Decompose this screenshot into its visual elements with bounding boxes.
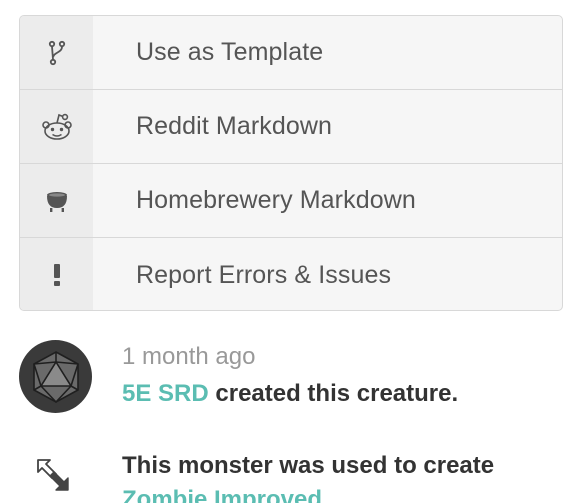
activity-text: 5E SRD created this creature.	[122, 380, 458, 408]
activity-action: created this creature.	[215, 380, 459, 407]
report-errors-button[interactable]: Report Errors & Issues	[20, 238, 562, 310]
derived-activity: This monster was used to create Zombie I…	[19, 450, 579, 503]
derived-text: This monster was used to create	[122, 452, 495, 479]
menu-item-label: Report Errors & Issues	[136, 260, 392, 289]
reddit-icon	[41, 113, 72, 140]
fork-icon	[48, 40, 65, 65]
d20-icon	[32, 350, 79, 403]
derived-monster-link[interactable]: Zombie Improved	[122, 486, 322, 503]
menu-item-label: Use as Template	[136, 38, 324, 66]
menu-item-label: Homebrewery Markdown	[136, 186, 416, 214]
reddit-markdown-button[interactable]: Reddit Markdown	[20, 90, 562, 164]
cauldron-icon	[46, 191, 67, 212]
homebrewery-markdown-button[interactable]: Homebrewery Markdown	[20, 164, 562, 238]
exclamation-icon	[53, 264, 60, 286]
author-link[interactable]: 5E SRD	[122, 380, 209, 407]
use-as-template-button[interactable]: Use as Template	[20, 16, 562, 90]
menu-item-label: Reddit Markdown	[136, 112, 333, 140]
arrows-icon	[37, 459, 69, 491]
activity-timestamp: 1 month ago	[122, 343, 256, 370]
creation-activity: 1 month ago 5E SRD created this creature…	[19, 340, 569, 430]
share-menu: Use as Template Reddit Markdown Homebrew…	[19, 15, 563, 311]
avatar[interactable]	[19, 340, 92, 413]
